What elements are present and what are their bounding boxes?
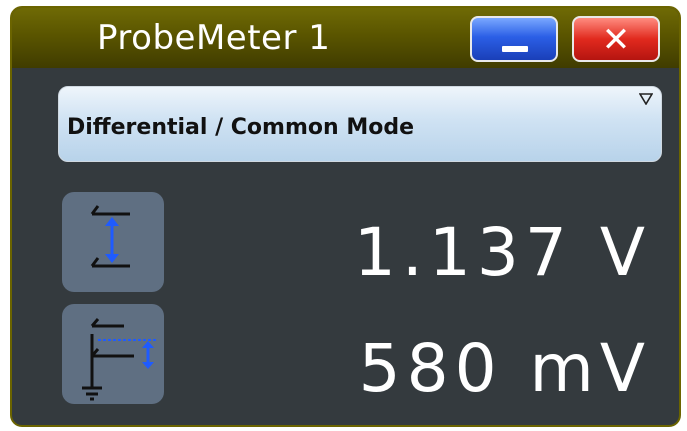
minimize-icon: [502, 46, 528, 52]
title-bar[interactable]: ProbeMeter 1 ✕: [12, 8, 679, 68]
caret-down-icon: [639, 93, 653, 105]
probemeter-window: ProbeMeter 1 ✕ Differential / Common Mod…: [10, 6, 681, 427]
close-icon: ✕: [601, 20, 631, 60]
window-title: ProbeMeter 1: [97, 18, 331, 58]
differential-measurement-button[interactable]: [62, 192, 164, 292]
differential-voltage-value: 1.137 V: [353, 214, 651, 291]
common-mode-voltage-value: 580 mV: [358, 330, 651, 407]
close-button[interactable]: ✕: [572, 16, 660, 62]
measurement-mode-dropdown[interactable]: Differential / Common Mode: [58, 86, 662, 162]
minimize-button[interactable]: [470, 16, 558, 62]
selected-mode: Differential / Common Mode: [67, 115, 414, 140]
differential-voltage-icon: [90, 205, 130, 268]
common-mode-measurement-button[interactable]: [62, 304, 164, 404]
common-mode-voltage-icon: [82, 318, 158, 401]
